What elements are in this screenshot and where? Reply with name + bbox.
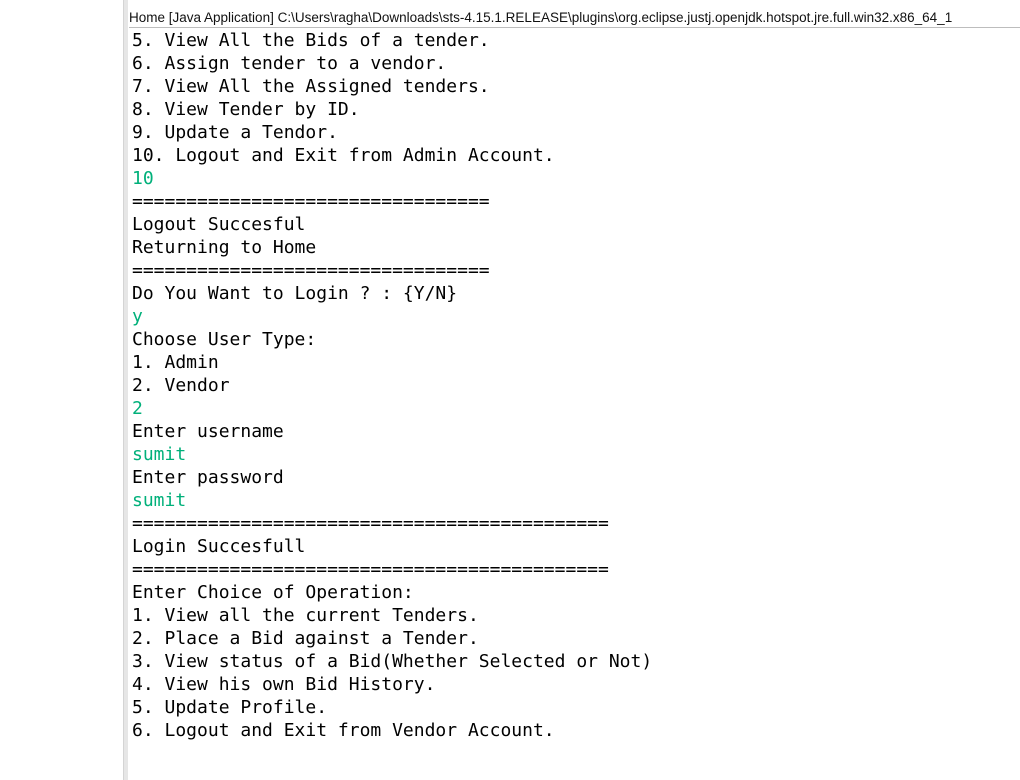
console-input-line: sumit bbox=[132, 444, 187, 465]
console-output-line: Enter Choice of Operation: bbox=[132, 582, 414, 603]
console-output-line: ========================================… bbox=[132, 559, 609, 580]
left-gutter bbox=[0, 0, 123, 780]
console-output-line: Choose User Type: bbox=[132, 329, 317, 350]
console-output-line: 8. View Tender by ID. bbox=[132, 99, 360, 120]
console-view: Home [Java Application] C:\Users\ragha\D… bbox=[0, 0, 1020, 780]
console-output-line: 7. View All the Assigned tenders. bbox=[132, 76, 490, 97]
console-output-line: 1. Admin bbox=[132, 352, 219, 373]
console-output-line: 5. Update Profile. bbox=[132, 697, 328, 718]
console-output-line: ========================================… bbox=[132, 513, 609, 534]
console-output-line: 5. View All the Bids of a tender. bbox=[132, 30, 490, 51]
console-title-bar: Home [Java Application] C:\Users\ragha\D… bbox=[129, 8, 1020, 28]
console-output-line: 2. Place a Bid against a Tender. bbox=[132, 628, 479, 649]
console-output-area[interactable]: 5. View All the Bids of a tender. 6. Assi… bbox=[132, 29, 1017, 742]
console-output-line: 4. View his own Bid History. bbox=[132, 674, 436, 695]
console-output-line: Do You Want to Login ? : {Y/N} bbox=[132, 283, 458, 304]
console-output-line: 6. Logout and Exit from Vendor Account. bbox=[132, 720, 555, 741]
console-output-line: Enter username bbox=[132, 421, 284, 442]
console-output-line: 6. Assign tender to a vendor. bbox=[132, 53, 447, 74]
console-output-line: 10. Logout and Exit from Admin Account. bbox=[132, 145, 555, 166]
console-output-line: Enter password bbox=[132, 467, 284, 488]
console-output-line: 9. Update a Tendor. bbox=[132, 122, 338, 143]
console-output-line: ================================= bbox=[132, 191, 490, 212]
console-input-line: 10 bbox=[132, 168, 154, 189]
console-input-line: sumit bbox=[132, 490, 187, 511]
console-output-line: Login Succesfull bbox=[132, 536, 306, 557]
console-input-line: 2 bbox=[132, 398, 143, 419]
console-output-line: 3. View status of a Bid(Whether Selected… bbox=[132, 651, 653, 672]
console-output-line: Logout Succesful bbox=[132, 214, 306, 235]
console-left-border bbox=[123, 0, 128, 780]
console-output-line: 2. Vendor bbox=[132, 375, 230, 396]
console-output-line: Returning to Home bbox=[132, 237, 317, 258]
console-input-line: y bbox=[132, 306, 143, 327]
console-output-line: 1. View all the current Tenders. bbox=[132, 605, 479, 626]
console-output-line: ================================= bbox=[132, 260, 490, 281]
